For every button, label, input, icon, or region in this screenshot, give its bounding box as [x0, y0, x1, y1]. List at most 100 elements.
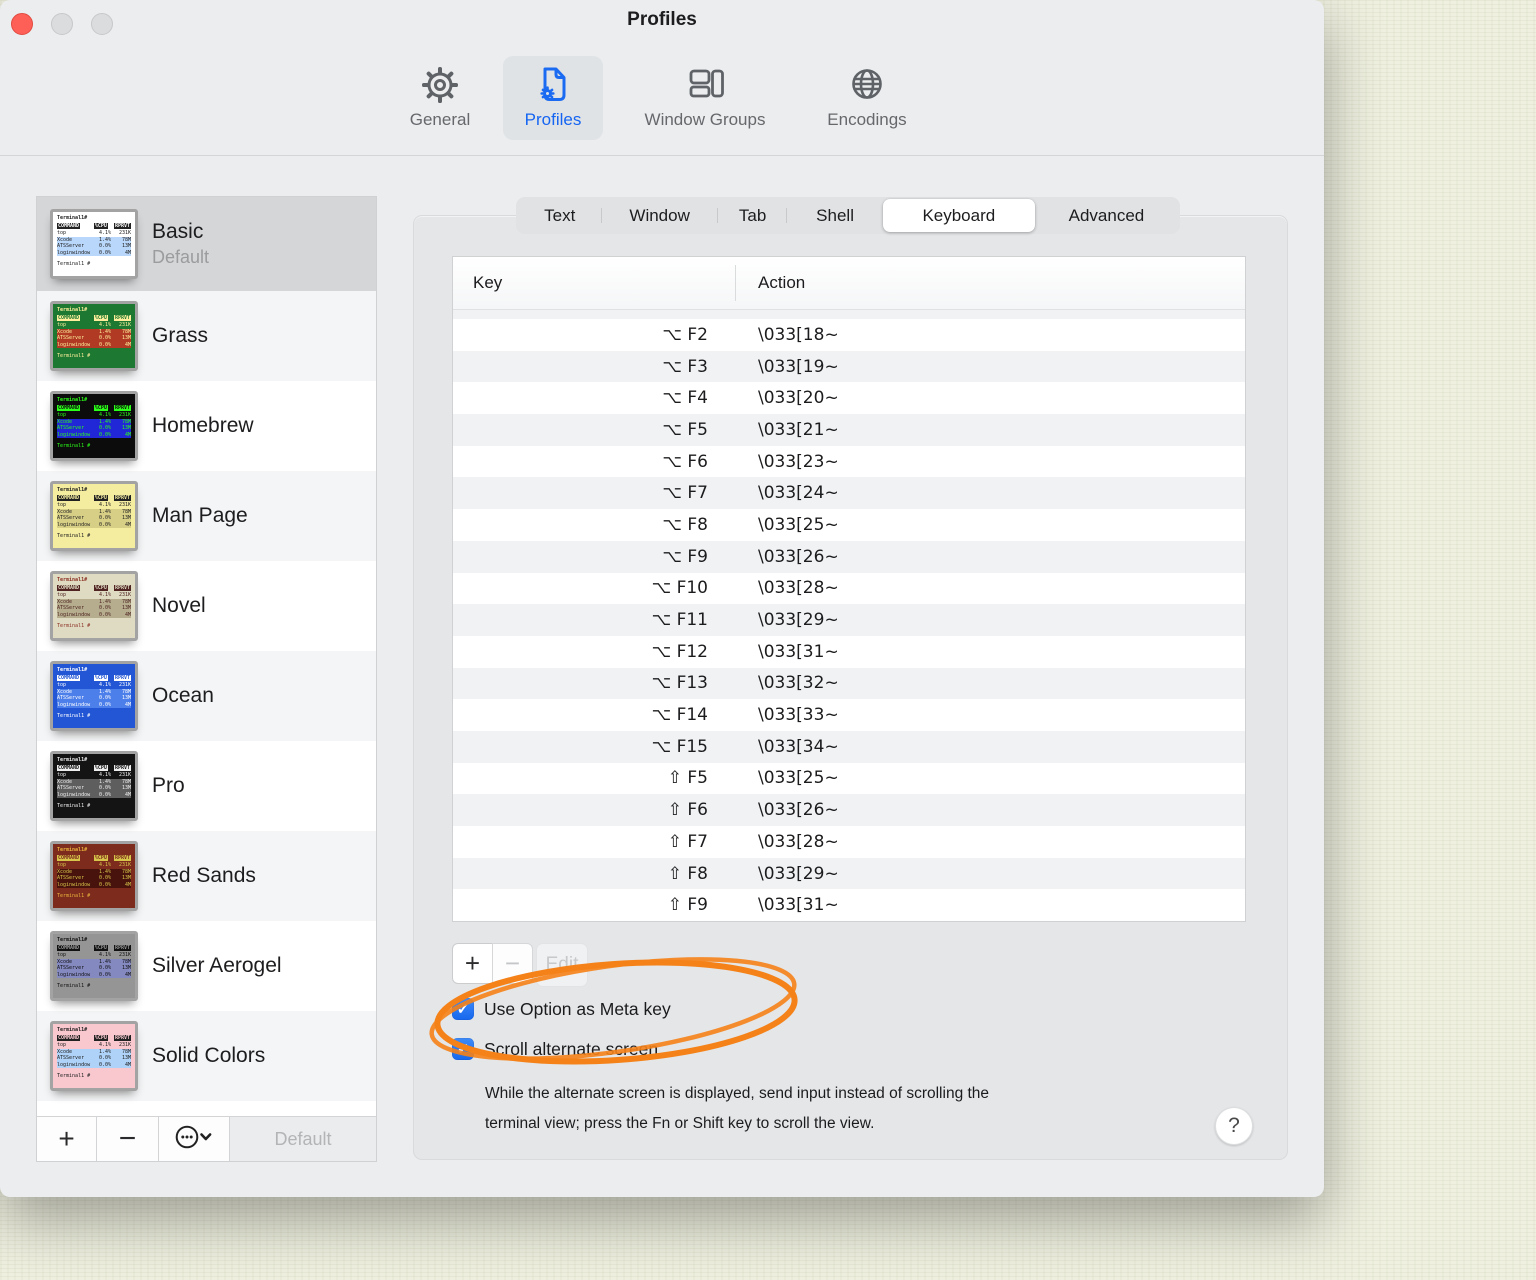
- key-mapping-row[interactable]: ⌥ F9 \033[26~: [453, 540, 1245, 573]
- key-mapping-row[interactable]: ⇧ F9 \033[31~: [453, 889, 1245, 922]
- tab-window[interactable]: Window: [602, 199, 719, 232]
- key-mapping-row[interactable]: ⇧ F5 \033[25~: [453, 762, 1245, 795]
- remove-key-mapping-button[interactable]: −: [492, 943, 533, 984]
- scroll-alternate-screen-checkbox[interactable]: ✓: [452, 1038, 474, 1060]
- action-cell: \033[28~: [758, 578, 839, 599]
- tab-shell[interactable]: Shell: [787, 199, 882, 232]
- key-mapping-row[interactable]: ⌥ F7 \033[24~: [453, 477, 1245, 510]
- use-option-as-meta-checkbox-row: ✓ Use Option as Meta key: [452, 998, 671, 1020]
- action-cell: \033[18~: [758, 324, 839, 345]
- key-mapping-row[interactable]: ⌥ F13 \033[32~: [453, 667, 1245, 700]
- titlebar: Profiles: [0, 0, 1324, 48]
- key-cell: ⇧ F8: [667, 863, 708, 884]
- toolbar-label-window-groups: Window Groups: [644, 110, 766, 129]
- key-cell: ⌥ F4: [662, 388, 708, 409]
- tab-advanced[interactable]: Advanced: [1035, 199, 1178, 232]
- more-options-button[interactable]: [159, 1117, 230, 1161]
- profile-name: Ocean: [152, 684, 214, 708]
- tab-bar: Text Window Tab Shell Keyboard Advanced: [516, 197, 1180, 234]
- toolbar-item-encodings[interactable]: Encodings: [800, 56, 934, 140]
- profile-item-grass[interactable]: Terminal1# COMMAND %CPU RPRVT top 4.1% 231K Xco…: [37, 291, 376, 381]
- use-option-as-meta-checkbox[interactable]: ✓: [452, 998, 474, 1020]
- profile-name: Novel: [152, 594, 206, 618]
- action-cell: \033[26~: [758, 546, 839, 567]
- key-mapping-row[interactable]: ⌥ F3 \033[19~: [453, 350, 1245, 383]
- key-cell: ⌥ F3: [662, 356, 708, 377]
- profile-item-silver-aerogel[interactable]: Terminal1# COMMAND %CPU RPRVT top 4.1% 231K Xco…: [37, 921, 376, 1011]
- profile-thumbnail: Terminal1# COMMAND %CPU RPRVT top 4.1% 231K Xco…: [50, 209, 138, 279]
- key-mapping-row[interactable]: ⌥ F15 \033[34~: [453, 730, 1245, 763]
- remove-profile-button[interactable]: −: [97, 1117, 159, 1161]
- key-mapping-row[interactable]: ⇧ F6 \033[26~: [453, 794, 1245, 826]
- profile-item-pro[interactable]: Terminal1# COMMAND %CPU RPRVT top 4.1% 231K Xco…: [37, 741, 376, 831]
- add-profile-button[interactable]: +: [37, 1117, 97, 1161]
- action-cell: \033[23~: [758, 451, 839, 472]
- key-mapping-row[interactable]: ⌥ F12 \033[31~: [453, 635, 1245, 668]
- key-cell: ⌥ F6: [662, 451, 708, 472]
- key-mapping-row[interactable]: ⌥ F14 \033[33~: [453, 699, 1245, 731]
- profile-name: Man Page: [152, 504, 248, 528]
- tab-keyboard[interactable]: Keyboard: [882, 199, 1035, 232]
- key-mapping-row[interactable]: ⌥ F4 \033[20~: [453, 382, 1245, 415]
- toolbar-item-window-groups[interactable]: Window Groups: [622, 56, 788, 140]
- toolbar-item-profiles[interactable]: Profiles: [503, 56, 603, 140]
- column-header-key: Key: [473, 273, 503, 292]
- action-cell: \033[29~: [758, 610, 839, 631]
- add-key-mapping-button[interactable]: +: [452, 943, 493, 984]
- toolbar-divider: [0, 155, 1324, 156]
- sidebar-footer: + − Default: [37, 1116, 376, 1161]
- profile-item-solid-colors[interactable]: Terminal1# COMMAND %CPU RPRVT top 4.1% 231K Xco…: [37, 1011, 376, 1101]
- action-cell: \033[25~: [758, 514, 839, 535]
- profile-item-ocean[interactable]: Terminal1# COMMAND %CPU RPRVT top 4.1% 231K Xco…: [37, 651, 376, 741]
- key-cell: ⇧ F9: [667, 895, 708, 916]
- key-mapping-row[interactable]: ⌥ F2 \033[18~: [453, 319, 1245, 351]
- key-mapping-row[interactable]: ⌥ F10 \033[28~: [453, 572, 1245, 605]
- key-mapping-row[interactable]: ⌥ F6 \033[23~: [453, 445, 1245, 478]
- profile-name: Pro: [152, 774, 185, 798]
- alternate-screen-help-text: While the alternate screen is displayed,…: [485, 1085, 990, 1132]
- key-mapping-row[interactable]: ⌥ F5 \033[21~: [453, 414, 1245, 446]
- key-mapping-row[interactable]: ⇧ F7 \033[28~: [453, 826, 1245, 858]
- profile-thumbnail: Terminal1# COMMAND %CPU RPRVT top 4.1% 231K Xco…: [50, 751, 138, 821]
- key-cell: ⌥ F13: [651, 673, 708, 694]
- profile-item-basic[interactable]: Terminal1# COMMAND %CPU RPRVT top 4.1% 231K Xco…: [37, 197, 376, 291]
- key-cell: ⌥ F2: [662, 324, 708, 345]
- scroll-alternate-screen-label: Scroll alternate screen: [484, 1038, 659, 1059]
- profile-name: Red Sands: [152, 864, 256, 888]
- window-title: Profiles: [627, 9, 697, 30]
- profile-name: Basic Default: [152, 220, 210, 268]
- tab-text[interactable]: Text: [518, 199, 602, 232]
- profile-thumbnail: Terminal1# COMMAND %CPU RPRVT top 4.1% 231K Xco…: [50, 1021, 138, 1091]
- action-cell: \033[34~: [758, 736, 839, 757]
- key-cell: ⌥ F9: [662, 546, 708, 567]
- key-cell: ⌥ F12: [651, 641, 708, 662]
- partial-row: [453, 310, 1245, 319]
- profile-item-man-page[interactable]: Terminal1# COMMAND %CPU RPRVT top 4.1% 231K Xco…: [37, 471, 376, 561]
- column-header-action: Action: [758, 273, 806, 292]
- profile-name: Solid Colors: [152, 1044, 266, 1068]
- profile-thumbnail: Terminal1# COMMAND %CPU RPRVT top 4.1% 231K Xco…: [50, 841, 138, 911]
- profile-thumbnail: Terminal1# COMMAND %CPU RPRVT top 4.1% 231K Xco…: [50, 661, 138, 731]
- profile-name: Homebrew: [152, 414, 254, 438]
- key-cell: ⇧ F5: [667, 768, 708, 789]
- profile-item-homebrew[interactable]: Terminal1# COMMAND %CPU RPRVT top 4.1% 231K Xco…: [37, 381, 376, 471]
- profile-thumbnail: Terminal1# COMMAND %CPU RPRVT top 4.1% 231K Xco…: [50, 481, 138, 551]
- edit-key-mapping-button[interactable]: Edit: [536, 943, 588, 987]
- toolbar-label-encodings: Encodings: [827, 110, 907, 129]
- gear-icon: [417, 62, 463, 108]
- help-button[interactable]: ?: [1215, 1107, 1253, 1145]
- key-mappings-table: Key Action ⌥ F2 \033[18~ ⌥ F3 \033[19~ ⌥ F4 \…: [452, 256, 1246, 923]
- set-default-button[interactable]: Default: [230, 1117, 376, 1161]
- key-cell: ⌥ F10: [651, 578, 708, 599]
- globe-icon: [844, 62, 890, 108]
- key-mapping-row[interactable]: ⌥ F8 \033[25~: [453, 509, 1245, 541]
- key-mapping-row[interactable]: ⇧ F8 \033[29~: [453, 857, 1245, 890]
- key-cell: ⇧ F6: [667, 800, 708, 821]
- tab-tab[interactable]: Tab: [718, 199, 788, 232]
- profile-item-novel[interactable]: Terminal1# COMMAND %CPU RPRVT top 4.1% 231K Xco…: [37, 561, 376, 651]
- key-mapping-row[interactable]: ⌥ F11 \033[29~: [453, 604, 1245, 636]
- toolbar-item-general[interactable]: General: [390, 56, 490, 140]
- table-body: ⌥ F2 \033[18~ ⌥ F3 \033[19~ ⌥ F4 \033[20~ ⌥ F5…: [453, 319, 1245, 922]
- window-groups-icon: [682, 62, 728, 108]
- profile-item-red-sands[interactable]: Terminal1# COMMAND %CPU RPRVT top 4.1% 231K Xco…: [37, 831, 376, 921]
